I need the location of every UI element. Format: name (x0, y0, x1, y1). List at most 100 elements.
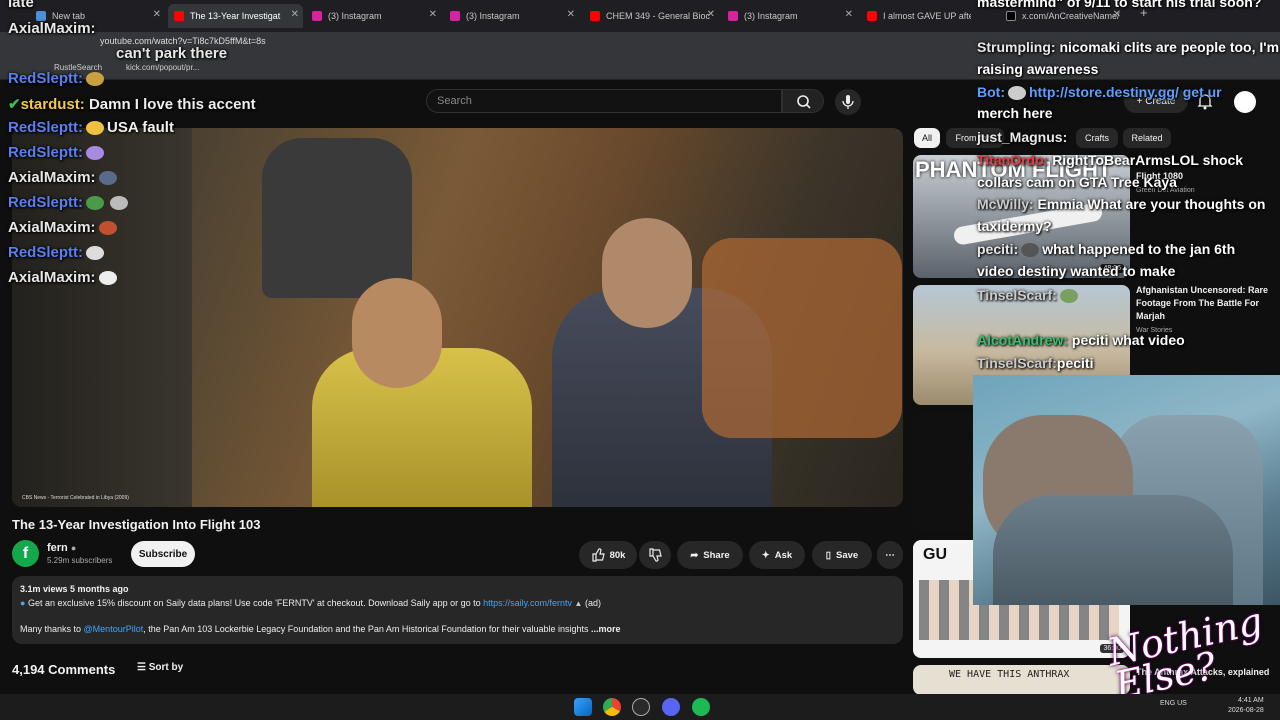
chat-text: Damn I love this accent (88, 96, 256, 113)
chat-text: USA fault (107, 119, 174, 136)
chat-message: RedSleptt: (8, 194, 131, 211)
tab-youtube-active[interactable]: The 13-Year Investigat ✕ (168, 4, 303, 28)
channel-name[interactable]: fern ● (47, 542, 76, 554)
video-player[interactable]: CBS News - Terrorist Celebrated in Libya… (12, 128, 903, 507)
description-line: ● Get an exclusive 15% discount on Saily… (20, 598, 601, 608)
channel-name-text: fern (47, 542, 68, 554)
chat-message: raising awareness (977, 61, 1098, 77)
chat-username: RedSleptt: (8, 244, 83, 261)
bookmark-icon: ▯ (825, 549, 832, 561)
share-label: Share (703, 549, 730, 561)
more-actions-button[interactable]: ⋯ (877, 541, 903, 569)
chat-message: Strumpling: nicomaki clits are people to… (977, 39, 1279, 55)
x-icon (1006, 11, 1016, 21)
chat-username: late (8, 0, 34, 11)
account-avatar[interactable] (1234, 91, 1256, 113)
recommendation-title[interactable]: Afghanistan Uncensored: Rare Footage Fro… (1136, 284, 1272, 323)
tab-gave-up[interactable]: I almost GAVE UP after sp (861, 4, 971, 28)
tab-instagram[interactable]: (3) Instagram ✕ (444, 4, 579, 28)
tab-instagram[interactable]: (3) Instagram ✕ (722, 4, 857, 28)
clock-date[interactable]: 2026-08-28 (1228, 707, 1264, 714)
video-scene-figure (262, 138, 412, 298)
windows-start-icon[interactable] (574, 698, 592, 716)
chat-username: AlcotAndrew: (977, 332, 1068, 348)
close-icon[interactable]: ✕ (153, 9, 161, 20)
close-icon[interactable]: ✕ (845, 9, 853, 20)
chat-message: peciti: what happened to the jan 6th (977, 241, 1235, 258)
video-scene-face (352, 278, 442, 388)
nothing-else-logo: Nothing Else? (1103, 598, 1267, 708)
chat-text: collars cam on GTA Tree Kaya (977, 174, 1177, 190)
tab-label: The 13-Year Investigat (190, 11, 281, 21)
more-icon: ⋯ (885, 549, 895, 561)
close-icon[interactable]: ✕ (1113, 9, 1121, 20)
chat-message: AxialMaxim: (8, 269, 120, 286)
close-icon[interactable]: ✕ (707, 9, 715, 20)
chat-username: RedSleptt: (8, 70, 83, 87)
comment-count: 4,194 Comments (12, 662, 116, 677)
chat-text: RightToBearArmsLOL shock (1052, 152, 1244, 168)
chat-text: Emmia What are your thoughts on (1037, 196, 1266, 212)
tab-label: x.com/AnCreativeName/ (1022, 11, 1120, 21)
chip-related[interactable]: Related (1123, 128, 1171, 148)
like-button[interactable]: 80k (579, 541, 637, 569)
chat-message: collars cam on GTA Tree Kaya (977, 174, 1177, 190)
chat-text: mastermind" of 9/11 to start his trial s… (977, 0, 1262, 10)
chat-message: mastermind" of 9/11 to start his trial s… (977, 0, 1261, 10)
emote-icon (86, 196, 104, 211)
subscriber-count: 5.29m subscribers (47, 556, 113, 565)
dislike-button[interactable] (639, 541, 671, 569)
close-icon[interactable]: ✕ (291, 9, 299, 20)
video-description[interactable]: 3.1m views 5 months ago ● Get an exclusi… (12, 576, 903, 644)
show-more-button[interactable]: ...more (591, 624, 621, 634)
chat-message: RedSleptt: USA fault (8, 119, 174, 136)
tab-instagram[interactable]: (3) Instagram ✕ (306, 4, 441, 28)
chat-message: AlcotAndrew: peciti what video (977, 332, 1185, 348)
obs-icon[interactable] (632, 698, 650, 716)
close-icon[interactable]: ✕ (429, 9, 437, 20)
youtube-icon (590, 11, 600, 21)
search-input[interactable]: Search (426, 89, 782, 113)
tab-chem[interactable]: CHEM 349 - General Bioc ✕ (584, 4, 719, 28)
description-text: , the Pan Am 103 Lockerbie Legacy Founda… (143, 624, 589, 634)
chat-message: can't park there (8, 45, 227, 62)
chat-text: peciti (1056, 355, 1094, 371)
chip-all[interactable]: All (914, 128, 940, 148)
ask-button[interactable]: ✦ Ask (749, 541, 805, 569)
chat-message: AxialMaxim: (8, 20, 96, 37)
search-icon (797, 95, 811, 109)
chat-username: AxialMaxim: (8, 20, 96, 37)
youtube-icon (867, 11, 877, 21)
sort-comments-button[interactable]: ☰ Sort by (137, 662, 183, 673)
clock-time[interactable]: 4:41 AM (1238, 697, 1264, 704)
channel-avatar[interactable]: f (12, 540, 39, 567)
tab-label: CHEM 349 - General Bioc (606, 11, 711, 21)
chip-crafts[interactable]: Crafts (1076, 128, 1118, 148)
recommendation-thumbnail[interactable]: WE HAVE THIS ANTHRAX (913, 665, 1130, 695)
spotify-icon[interactable] (692, 698, 710, 716)
bookmark-item[interactable]: kick.com/popout/pr... (126, 63, 199, 72)
chat-message: TinselScarf:peciti (977, 355, 1093, 371)
emote-icon (98, 271, 117, 286)
language-indicator[interactable]: ENG US (1160, 700, 1187, 707)
close-icon[interactable]: ✕ (567, 9, 575, 20)
subscribe-button[interactable]: Subscribe (131, 541, 195, 567)
webcam-overlay (973, 375, 1280, 605)
chat-message: TitanOrdo: RightToBearArmsLOL shock (977, 152, 1243, 168)
share-button[interactable]: ➦ Share (677, 541, 743, 569)
discord-icon[interactable] (662, 698, 680, 716)
chat-message: just_Magnus: (977, 129, 1067, 145)
tab-label: (3) Instagram (328, 11, 382, 21)
mention-link[interactable]: @MentourPilot (84, 624, 144, 634)
emote-icon (98, 171, 117, 186)
chat-link[interactable]: http://store.destiny.gg/ get ur (1029, 84, 1222, 100)
chat-username: AxialMaxim: (8, 269, 96, 286)
voice-search-button[interactable] (835, 89, 861, 115)
video-scene-face (602, 218, 692, 328)
chrome-icon[interactable] (603, 698, 621, 716)
save-button[interactable]: ▯ Save (812, 541, 872, 569)
chat-message: merch here (977, 105, 1052, 121)
search-button[interactable] (782, 89, 824, 113)
chat-message: ✔stardust: Damn I love this accent (8, 96, 256, 113)
saily-link[interactable]: https://saily.com/ferntv (483, 598, 572, 608)
